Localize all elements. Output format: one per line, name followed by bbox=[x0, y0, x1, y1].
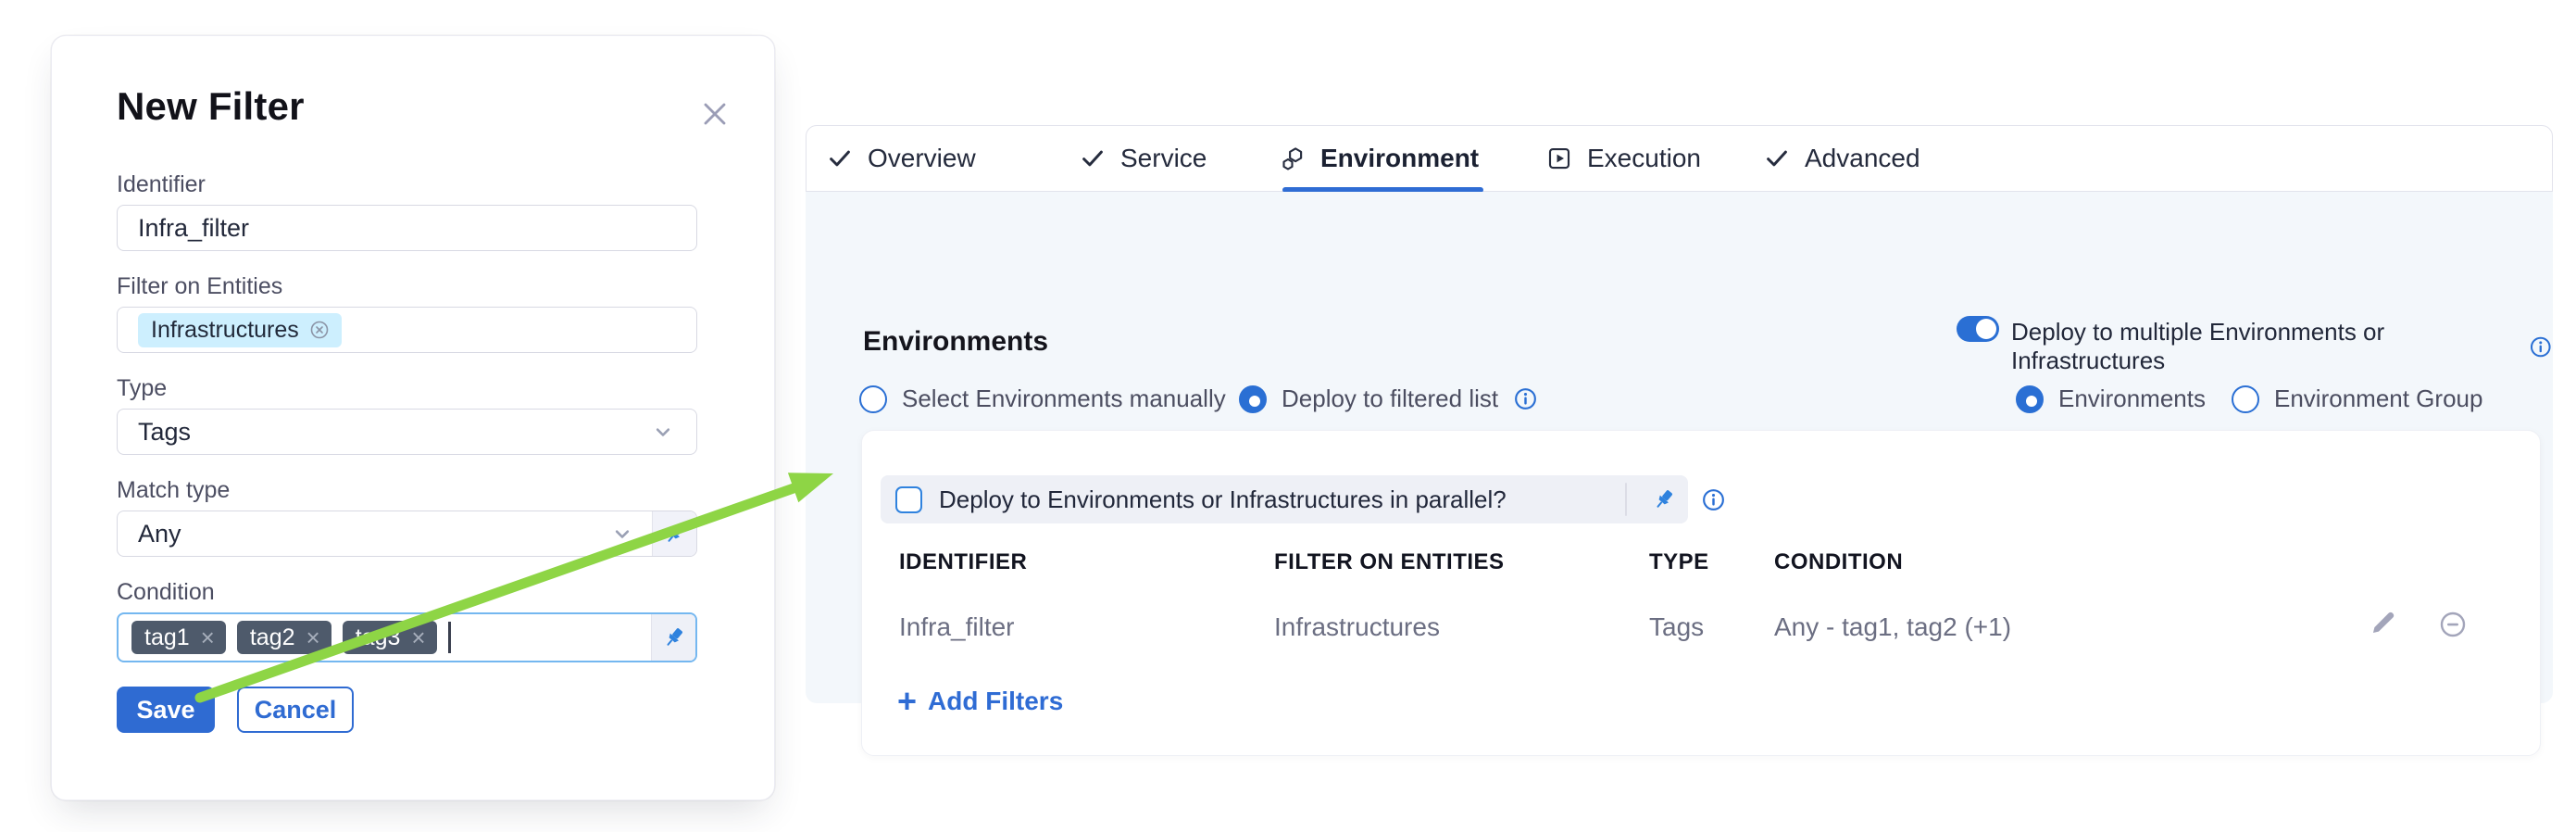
condition-chips: tag1× tag2× tag3× bbox=[119, 614, 651, 661]
identifier-label: Identifier bbox=[117, 171, 206, 198]
parallel-checkbox-label: Deploy to Environments or Infrastructure… bbox=[939, 485, 1625, 514]
deploy-multiple-toggle[interactable] bbox=[1957, 316, 1999, 342]
toggle-label: Deploy to multiple Environments or Infra… bbox=[2011, 318, 2516, 375]
condition-label: Condition bbox=[117, 579, 215, 606]
row-condition: Any - tag1, tag2 (+1) bbox=[1774, 612, 2011, 642]
condition-input[interactable]: tag1× tag2× tag3× bbox=[117, 612, 697, 662]
radio-environments[interactable] bbox=[2016, 385, 2044, 413]
col-header-entities: FILTER ON ENTITIES bbox=[1274, 549, 1505, 575]
environment-group-option: Environment Group bbox=[2232, 384, 2482, 413]
radio-select-manually[interactable] bbox=[859, 385, 887, 413]
entities-input[interactable]: Infrastructures bbox=[117, 307, 697, 353]
page: New Filter Identifier Infra_filter Filte… bbox=[0, 0, 2576, 832]
text-caret bbox=[448, 622, 451, 653]
row-type: Tags bbox=[1649, 612, 1704, 642]
radio-label: Deploy to filtered list bbox=[1282, 384, 1498, 413]
deploy-filtered-option: Deploy to filtered list bbox=[1239, 384, 1538, 413]
add-filters-button[interactable]: + Add Filters bbox=[897, 685, 1063, 718]
environment-tab-panel: Environments Select Environments manuall… bbox=[806, 192, 2553, 703]
tab-overview[interactable]: Overview bbox=[826, 126, 976, 191]
chip-remove-icon[interactable] bbox=[308, 319, 331, 341]
type-label: Type bbox=[117, 375, 167, 402]
pin-icon[interactable] bbox=[1640, 475, 1688, 523]
check-icon bbox=[1079, 145, 1107, 172]
match-type-control: Any bbox=[117, 511, 697, 557]
edit-icon[interactable] bbox=[2368, 607, 2399, 638]
new-filter-modal: New Filter Identifier Infra_filter Filte… bbox=[51, 35, 775, 800]
radio-label: Environments bbox=[2058, 384, 2206, 413]
info-icon[interactable] bbox=[1701, 487, 1726, 512]
environments-option: Environments bbox=[2016, 384, 2206, 413]
condition-chip: tag2× bbox=[237, 621, 331, 654]
save-button[interactable]: Save bbox=[117, 687, 215, 733]
chevron-down-icon bbox=[609, 521, 635, 547]
entities-chip: Infrastructures bbox=[138, 313, 342, 347]
select-manually-option: Select Environments manually bbox=[859, 384, 1226, 413]
radio-deploy-filtered[interactable] bbox=[1239, 385, 1267, 413]
identifier-value: Infra_filter bbox=[138, 214, 249, 243]
check-icon bbox=[1763, 145, 1791, 172]
pipeline-stage-panel: Overview Service Environment Execution A… bbox=[806, 125, 2553, 703]
chip-remove-icon[interactable]: × bbox=[201, 625, 215, 649]
type-select[interactable]: Tags bbox=[117, 409, 697, 455]
condition-chip: tag3× bbox=[343, 621, 437, 654]
tab-advanced[interactable]: Advanced bbox=[1763, 126, 1920, 191]
col-header-condition: CONDITION bbox=[1774, 549, 1903, 575]
tab-service[interactable]: Service bbox=[1079, 126, 1207, 191]
chip-remove-icon[interactable]: × bbox=[411, 625, 425, 649]
radio-label: Environment Group bbox=[2274, 384, 2482, 413]
entities-label: Filter on Entities bbox=[117, 273, 282, 300]
filters-card: Deploy to Environments or Infrastructure… bbox=[861, 430, 2541, 756]
row-identifier: Infra_filter bbox=[899, 612, 1015, 642]
deploy-multiple-label-row: Deploy to multiple Environments or Infra… bbox=[2011, 318, 2553, 375]
info-icon[interactable] bbox=[1513, 386, 1538, 411]
close-icon[interactable] bbox=[696, 95, 733, 132]
environments-heading: Environments bbox=[863, 326, 1048, 358]
type-value: Tags bbox=[138, 418, 191, 447]
check-icon bbox=[826, 145, 854, 172]
radio-label: Select Environments manually bbox=[902, 384, 1226, 413]
chevron-down-icon bbox=[650, 419, 676, 445]
radio-environment-group[interactable] bbox=[2232, 385, 2259, 413]
pin-icon[interactable] bbox=[652, 511, 696, 556]
tab-bar: Overview Service Environment Execution A… bbox=[806, 125, 2553, 192]
row-entities: Infrastructures bbox=[1274, 612, 1440, 642]
chip-remove-icon[interactable]: × bbox=[306, 625, 320, 649]
divider bbox=[1625, 483, 1627, 516]
environment-icon bbox=[1279, 145, 1307, 172]
condition-chip: tag1× bbox=[131, 621, 226, 654]
remove-row-icon[interactable] bbox=[2438, 610, 2468, 639]
match-type-select[interactable]: Any bbox=[118, 511, 652, 556]
execution-icon bbox=[1545, 145, 1573, 172]
parallel-checkbox[interactable] bbox=[895, 486, 922, 513]
col-header-type: TYPE bbox=[1649, 549, 1709, 575]
deploy-parallel-row: Deploy to Environments or Infrastructure… bbox=[881, 475, 1688, 523]
cancel-button[interactable]: Cancel bbox=[237, 687, 354, 733]
pin-icon[interactable] bbox=[651, 614, 695, 661]
match-type-value: Any bbox=[138, 520, 181, 548]
match-type-label: Match type bbox=[117, 477, 230, 504]
tab-environment[interactable]: Environment bbox=[1279, 126, 1479, 191]
identifier-input[interactable]: Infra_filter bbox=[117, 205, 697, 251]
plus-icon: + bbox=[897, 685, 917, 718]
info-icon[interactable] bbox=[2529, 334, 2553, 359]
tab-execution[interactable]: Execution bbox=[1545, 126, 1701, 191]
col-header-identifier: IDENTIFIER bbox=[899, 549, 1027, 575]
modal-title: New Filter bbox=[117, 84, 305, 129]
